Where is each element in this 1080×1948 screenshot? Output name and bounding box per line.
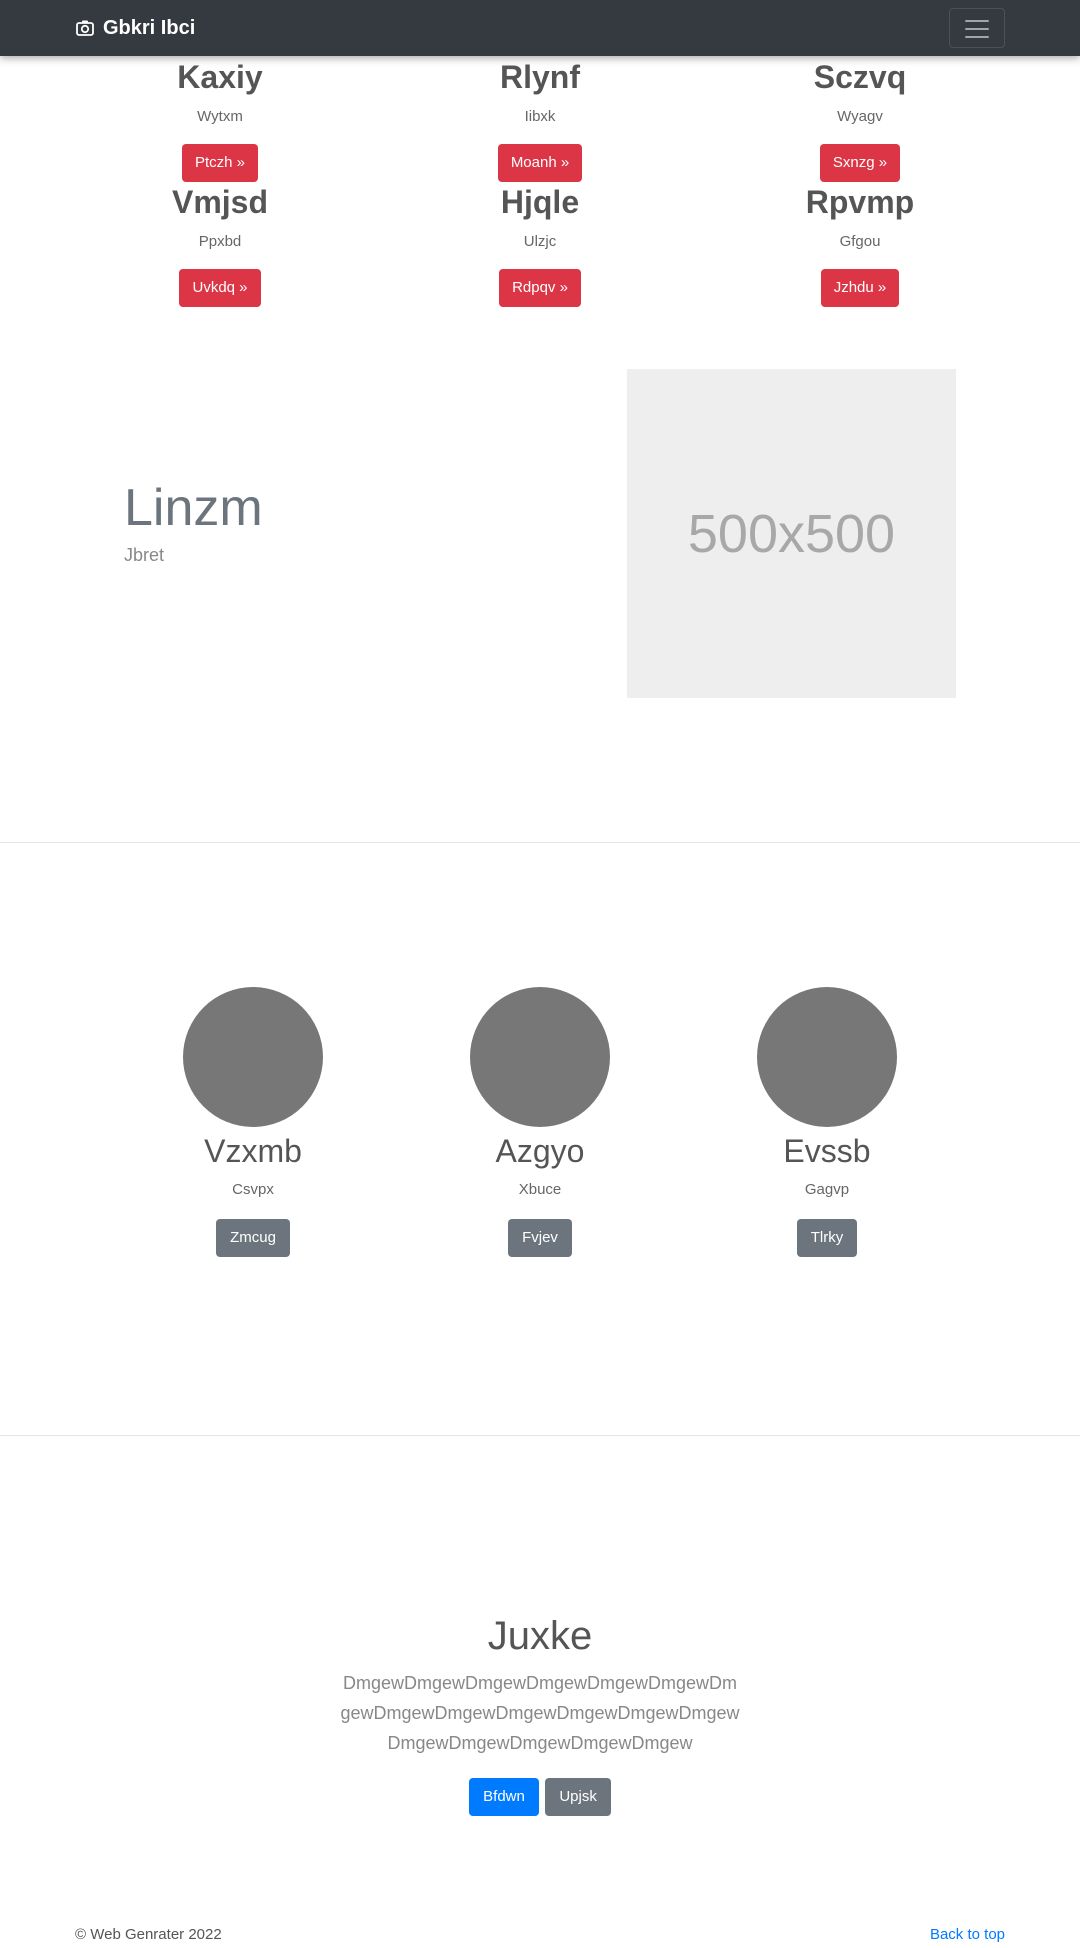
placeholder-image: 500x500 — [627, 369, 956, 698]
team-member-name: Vzxmb — [204, 1133, 302, 1169]
feature-card: Vmjsd Ppxbd Uvkdq » — [60, 183, 380, 307]
feature-subtitle: Gfgou — [839, 233, 881, 250]
navbar-brand[interactable]: Gbkri Ibci — [75, 14, 195, 42]
cta-secondary-button[interactable]: Upjsk — [545, 1778, 611, 1816]
feature-title: Rpvmp — [805, 184, 915, 220]
team-member-name: Evssb — [783, 1133, 871, 1169]
feature-button[interactable]: Uvkdq » — [179, 269, 261, 307]
cta-section: Juxke DmgewDmgewDmgewDmgewDmgewDmgewDmge… — [0, 1612, 1080, 1816]
cta-primary-button[interactable]: Bfdwn — [469, 1778, 539, 1816]
feature-button[interactable]: Rdpqv » — [499, 269, 581, 307]
feature-card: Kaxiy Wytxm Ptczh » — [60, 58, 380, 182]
feature-button[interactable]: Moanh » — [497, 144, 583, 182]
feature-card: Rlynf Iibxk Moanh » — [380, 58, 700, 182]
feature-subtitle: Wytxm — [197, 108, 243, 125]
feature-card: Hjqle Ulzjc Rdpqv » — [380, 183, 700, 307]
feature-card: Sczvq Wyagv Sxnzg » — [700, 58, 1020, 182]
navbar: Gbkri Ibci — [0, 0, 1080, 56]
feature-title: Vmjsd — [171, 184, 269, 220]
feature-subtitle: Ulzjc — [523, 233, 557, 250]
feature-title: Kaxiy — [177, 59, 263, 95]
feature-title: Sczvq — [813, 59, 907, 95]
back-to-top-link[interactable]: Back to top — [930, 1926, 1005, 1943]
team-member-button[interactable]: Zmcug — [216, 1219, 290, 1257]
team-member-button[interactable]: Tlrky — [796, 1219, 858, 1257]
feature-button[interactable]: Jzhdu » — [820, 269, 900, 307]
avatar — [757, 987, 897, 1127]
team-member-name: Azgyo — [495, 1133, 585, 1169]
avatar — [183, 987, 323, 1127]
cta-buttons: Bfdwn Upjsk — [0, 1778, 1080, 1816]
navbar-toggler-button[interactable] — [949, 8, 1005, 48]
feature-subtitle: Ppxbd — [198, 233, 242, 250]
section-divider — [0, 842, 1080, 843]
hero-title: Linzm — [124, 479, 263, 537]
avatar — [470, 987, 610, 1127]
feature-subtitle: Iibxk — [524, 108, 556, 125]
team-member-card: Azgyo Xbuce Fvjev — [390, 987, 690, 1257]
section-divider — [0, 1435, 1080, 1436]
cta-text: DmgewDmgewDmgewDmgewDmgewDmgewDmgewDmgew… — [340, 1673, 740, 1753]
hero-subtitle: Jbret — [124, 545, 165, 565]
camera-icon — [76, 20, 94, 36]
feature-button[interactable]: Sxnzg » — [819, 144, 901, 182]
team-member-card: Evssb Gagvp Tlrky — [677, 987, 977, 1257]
footer-copyright: © Web Genrater 2022 — [75, 1926, 222, 1943]
cta-title: Juxke — [487, 1614, 593, 1658]
brand-name: Gbkri Ibci — [103, 16, 196, 39]
team-member-button[interactable]: Fvjev — [508, 1219, 572, 1257]
feature-button[interactable]: Ptczh » — [181, 144, 259, 182]
team-member-role: Gagvp — [804, 1181, 850, 1198]
hamburger-menu-icon — [965, 20, 989, 38]
team-member-role: Csvpx — [232, 1181, 274, 1198]
feature-subtitle: Wyagv — [837, 108, 883, 125]
team-member-role: Xbuce — [518, 1181, 562, 1198]
feature-title: Hjqle — [500, 184, 580, 220]
team-member-card: Vzxmb Csvpx Zmcug — [103, 987, 403, 1257]
feature-card: Rpvmp Gfgou Jzhdu » — [700, 183, 1020, 307]
feature-title: Rlynf — [500, 59, 580, 95]
